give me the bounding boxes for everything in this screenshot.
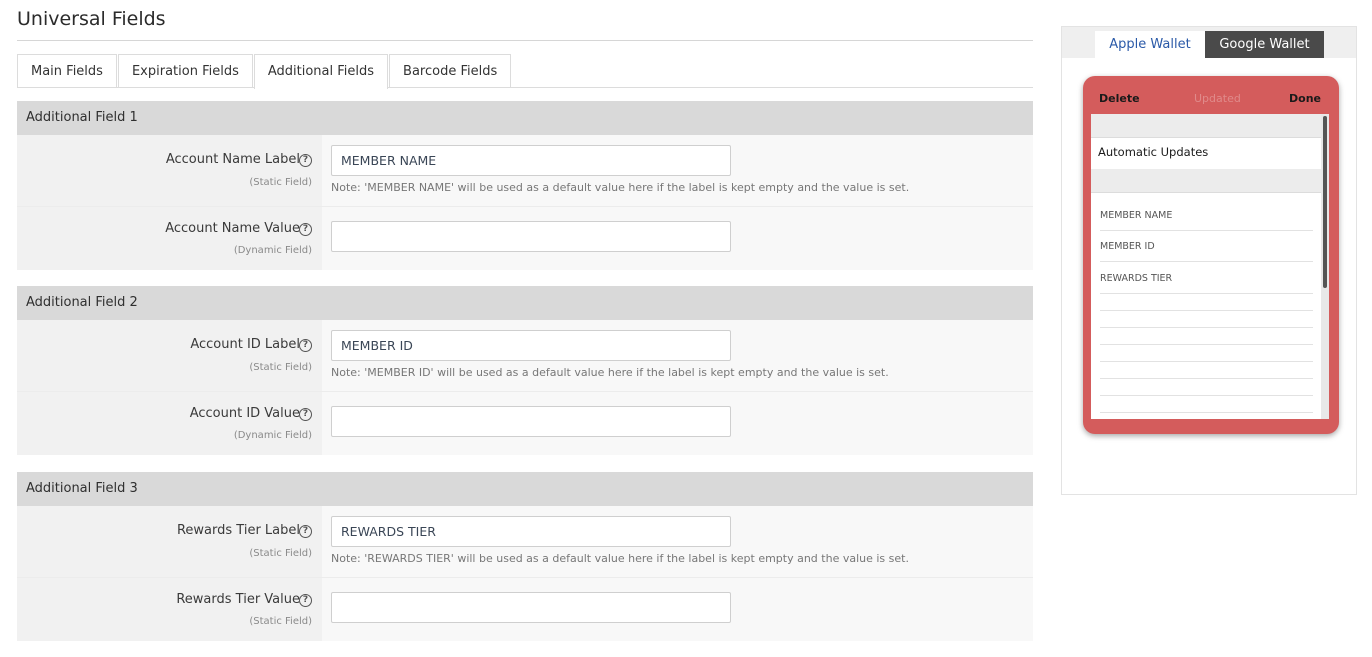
preview-field-label: MEMBER ID — [1100, 241, 1155, 252]
field-label-cell: Rewards Tier Label ? (Static Field) — [17, 506, 322, 577]
divider — [1100, 230, 1313, 231]
section-title: Additional Field 1 — [17, 101, 1033, 135]
tab-apple-wallet[interactable]: Apple Wallet — [1095, 31, 1205, 58]
tab-barcode-fields[interactable]: Barcode Fields — [389, 54, 512, 88]
field-label-cell: Rewards Tier Value ? (Static Field) — [17, 578, 322, 641]
account-name-label-input[interactable] — [331, 145, 731, 176]
automatic-updates-label: Automatic Updates — [1098, 145, 1209, 159]
field-input-cell: Note: 'REWARDS TIER' will be used as a d… — [322, 506, 1033, 577]
account-id-value-input[interactable] — [331, 406, 731, 437]
field-note: Note: 'MEMBER NAME' will be used as a de… — [331, 181, 910, 194]
divider — [1100, 378, 1313, 379]
wallet-preview-panel: Apple Wallet Google Wallet Delete Update… — [1061, 26, 1357, 495]
rewards-tier-label-input[interactable] — [331, 516, 731, 547]
field-label: Account ID Value — [189, 406, 300, 421]
field-note: Note: 'MEMBER ID' will be used as a defa… — [331, 366, 889, 379]
field-label-cell: Account Name Label ? (Static Field) — [17, 135, 322, 206]
section-separator — [1091, 114, 1321, 138]
account-id-label-input[interactable] — [331, 330, 731, 361]
section-title: Additional Field 2 — [17, 286, 1033, 320]
field-input-cell — [322, 578, 1033, 641]
title-divider — [17, 40, 1033, 41]
tab-google-wallet[interactable]: Google Wallet — [1205, 31, 1324, 58]
divider — [1100, 361, 1313, 362]
updated-label: Updated — [1194, 92, 1241, 105]
field-type-hint: (Static Field) — [249, 548, 312, 559]
additional-field-3-section: Additional Field 3 Rewards Tier Label ? … — [17, 472, 1033, 641]
additional-field-2-section: Additional Field 2 Account ID Label ? (S… — [17, 286, 1033, 455]
rewards-tier-value-input[interactable] — [331, 592, 731, 623]
field-note: Note: 'REWARDS TIER' will be used as a d… — [331, 552, 909, 565]
field-label-cell: Account ID Value ? (Dynamic Field) — [17, 392, 322, 455]
divider — [1100, 293, 1313, 294]
field-label: Account Name Label — [165, 152, 300, 167]
tabs-divider — [17, 87, 1033, 88]
account-name-value-row: Account Name Value ? (Dynamic Field) — [17, 207, 1033, 270]
account-id-value-row: Account ID Value ? (Dynamic Field) — [17, 392, 1033, 455]
account-name-value-input[interactable] — [331, 221, 731, 252]
preview-field-label: REWARDS TIER — [1100, 273, 1173, 284]
help-icon[interactable]: ? — [299, 594, 312, 607]
account-name-label-row: Account Name Label ? (Static Field) Note… — [17, 135, 1033, 207]
divider — [1100, 327, 1313, 328]
field-type-hint: (Static Field) — [249, 362, 312, 373]
pass-back-preview: Delete Updated Done Automatic Updates ME… — [1083, 76, 1339, 434]
field-input-cell: Note: 'MEMBER ID' will be used as a defa… — [322, 320, 1033, 391]
help-icon[interactable]: ? — [299, 154, 312, 167]
field-input-cell — [322, 392, 1033, 455]
page-title: Universal Fields — [17, 8, 166, 30]
field-type-hint: (Static Field) — [249, 177, 312, 188]
scrollbar-thumb[interactable] — [1323, 116, 1327, 288]
tab-expiration-fields[interactable]: Expiration Fields — [117, 54, 253, 88]
field-input-cell — [322, 207, 1033, 270]
divider — [1100, 310, 1313, 311]
help-icon[interactable]: ? — [299, 339, 312, 352]
field-label: Account ID Label — [190, 337, 300, 352]
field-type-hint: (Static Field) — [249, 616, 312, 627]
preview-scrollbar[interactable] — [1321, 114, 1329, 419]
rewards-tier-label-row: Rewards Tier Label ? (Static Field) Note… — [17, 506, 1033, 578]
done-button[interactable]: Done — [1289, 92, 1321, 105]
field-label: Rewards Tier Label — [176, 523, 300, 538]
field-type-hint: (Dynamic Field) — [233, 245, 312, 256]
divider — [1100, 344, 1313, 345]
help-icon[interactable]: ? — [299, 223, 312, 236]
field-label-cell: Account Name Value ? (Dynamic Field) — [17, 207, 322, 270]
field-label: Account Name Value — [165, 221, 300, 236]
divider — [1100, 395, 1313, 396]
divider — [1100, 412, 1313, 413]
field-type-hint: (Dynamic Field) — [233, 430, 312, 441]
tab-additional-fields[interactable]: Additional Fields — [253, 54, 389, 89]
tab-main-fields[interactable]: Main Fields — [17, 54, 117, 88]
section-separator — [1091, 169, 1321, 193]
account-id-label-row: Account ID Label ? (Static Field) Note: … — [17, 320, 1033, 392]
pass-back-screen: Automatic Updates MEMBER NAME MEMBER ID … — [1091, 114, 1329, 419]
divider — [1100, 261, 1313, 262]
field-tabs: Main Fields Expiration Fields Additional… — [17, 54, 512, 89]
field-input-cell: Note: 'MEMBER NAME' will be used as a de… — [322, 135, 1033, 206]
rewards-tier-value-row: Rewards Tier Value ? (Static Field) — [17, 578, 1033, 641]
help-icon[interactable]: ? — [299, 408, 312, 421]
delete-button[interactable]: Delete — [1099, 92, 1140, 105]
help-icon[interactable]: ? — [299, 525, 312, 538]
field-label-cell: Account ID Label ? (Static Field) — [17, 320, 322, 391]
additional-field-1-section: Additional Field 1 Account Name Label ? … — [17, 101, 1033, 270]
field-label: Rewards Tier Value — [176, 592, 300, 607]
section-title: Additional Field 3 — [17, 472, 1033, 506]
preview-field-label: MEMBER NAME — [1100, 210, 1173, 221]
